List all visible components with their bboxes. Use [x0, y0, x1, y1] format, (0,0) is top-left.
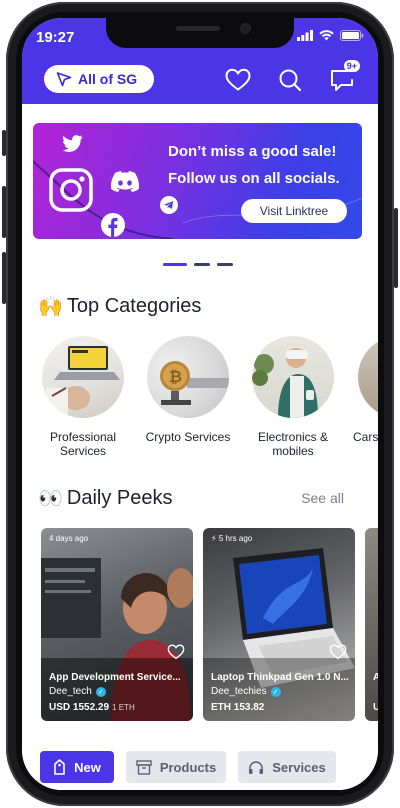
discord-icon [111, 171, 139, 192]
carousel-dot[interactable] [194, 263, 210, 266]
card-title: Laptop Thinkpad Gen 1.0 N... [211, 672, 349, 683]
posted-time: ⚡ 5 hrs ago [211, 534, 252, 543]
search-button[interactable] [276, 66, 304, 94]
raised-hands-emoji: 🙌 [38, 296, 63, 318]
category-image [358, 336, 378, 418]
tab-services[interactable]: Services [238, 751, 336, 783]
twitter-icon [63, 135, 83, 152]
carousel-indicator [163, 263, 233, 266]
messages-button[interactable]: 9+ [328, 60, 360, 94]
verified-badge-icon: ✓ [95, 686, 106, 697]
carousel-dot[interactable] [217, 263, 233, 266]
banner-subheadline: Follow us on all socials. [168, 170, 340, 187]
vr-headset-photo [252, 348, 318, 418]
power-button [394, 208, 398, 288]
top-categories-heading: 🙌 Top Categories [38, 294, 201, 319]
volume-down-button [2, 252, 6, 304]
category-cars[interactable]: Cars [348, 336, 378, 444]
card-price: U [373, 702, 378, 713]
headset-icon [249, 760, 264, 774]
favorites-button[interactable] [224, 66, 252, 94]
card-title: App Development Service... [49, 672, 181, 683]
price-value: ETH 153.82 [211, 702, 265, 713]
see-all-link[interactable]: See all [301, 490, 344, 506]
price-crypto: 1 ETH [112, 703, 135, 712]
category-electronics-mobiles[interactable]: Electronics & mobiles [243, 336, 343, 458]
status-time: 19:27 [36, 29, 75, 46]
status-icons [297, 30, 364, 41]
seller-row: Dee_techies ✓ [211, 686, 281, 697]
notification-badge: 9+ [343, 60, 360, 72]
search-icon [279, 69, 302, 92]
tab-label: Products [159, 759, 217, 775]
price-value: USD 1552.29 [49, 702, 110, 713]
laptop-photo [46, 346, 120, 418]
tab-new[interactable]: New [40, 751, 114, 783]
heart-icon [225, 68, 251, 91]
category-label: Professional Services [49, 430, 117, 458]
category-image: ₿ [147, 336, 229, 418]
category-professional-services[interactable]: Professional Services [33, 336, 133, 458]
silent-switch [2, 130, 6, 156]
svg-text:₿: ₿ [169, 367, 182, 386]
category-label: Crypto Services [145, 430, 231, 444]
category-image [42, 336, 124, 418]
wifi-icon [319, 30, 334, 41]
tab-products[interactable]: Products [126, 751, 226, 783]
product-card[interactable]: 4 days ago App Development Service... De… [41, 528, 193, 721]
seller-row: Dee_tech ✓ [49, 686, 106, 697]
facebook-icon [101, 213, 125, 237]
location-arrow-icon [56, 72, 72, 87]
section-title: Daily Peeks [66, 487, 173, 509]
category-label: Electronics & mobiles [257, 430, 329, 458]
tab-label: New [74, 759, 101, 775]
category-image [252, 336, 334, 418]
banner-headline: Don’t miss a good sale! [168, 143, 337, 160]
front-camera [240, 23, 251, 34]
telegram-icon [160, 196, 178, 214]
device-notch [106, 18, 294, 48]
daily-peeks-heading: 👀 Daily Peeks [38, 486, 173, 511]
verified-badge-icon: ✓ [270, 686, 281, 697]
bolt-icon: ⚡ [211, 534, 217, 543]
category-crypto-services[interactable]: ₿ Crypto Services [138, 336, 238, 444]
posted-time: 4 days ago [49, 534, 89, 543]
eyes-emoji: 👀 [38, 488, 63, 510]
seller-name: Dee_tech [49, 686, 92, 697]
favorite-heart-icon[interactable] [329, 644, 347, 660]
battery-icon [340, 30, 364, 41]
tag-icon [54, 759, 65, 775]
app-screen: 19:27 All of SG 9+ Don’t miss a good sal… [22, 18, 378, 790]
category-label: Cars [353, 430, 378, 444]
speaker-grille [176, 26, 220, 31]
filter-tabs: New Products Services [40, 751, 336, 783]
volume-up-button [2, 186, 6, 238]
favorite-heart-icon[interactable] [167, 644, 185, 660]
product-card[interactable]: ⚡ 5 hrs ago Laptop Thinkpad Gen 1.0 N...… [203, 528, 355, 721]
location-selector[interactable]: All of SG [44, 65, 154, 93]
promo-banner[interactable]: Don’t miss a good sale! Follow us on all… [33, 123, 362, 239]
card-title: A [373, 672, 378, 683]
instagram-icon [49, 168, 93, 212]
box-icon [136, 759, 152, 775]
signal-icon [297, 30, 313, 41]
location-label: All of SG [78, 71, 138, 87]
seller-name: Dee_techies [211, 686, 267, 697]
card-price: USD 1552.29 1 ETH [49, 702, 135, 713]
bitcoin-photo: ₿ [160, 361, 229, 405]
card-price: ETH 153.82 [211, 702, 267, 713]
posted-time-text: 5 hrs ago [218, 534, 253, 543]
tab-label: Services [272, 759, 326, 775]
product-card-partial[interactable]: A U [365, 528, 378, 721]
section-title: Top Categories [66, 295, 202, 317]
carousel-dot-active[interactable] [163, 263, 187, 266]
linktree-button[interactable]: Visit Linktree [241, 199, 347, 223]
promo-section: Don’t miss a good sale! Follow us on all… [22, 104, 378, 284]
